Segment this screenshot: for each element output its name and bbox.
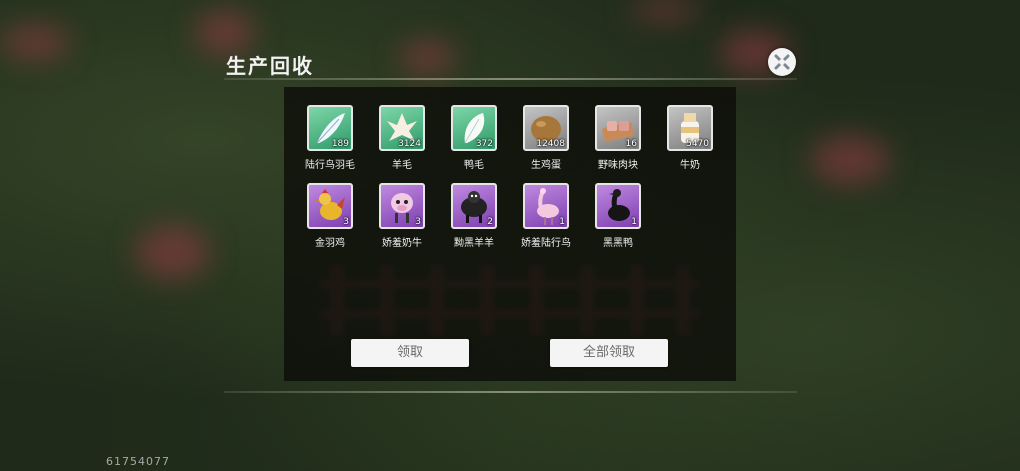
item-slot[interactable]: 1 bbox=[523, 183, 569, 229]
claim-button[interactable]: 领取 bbox=[351, 339, 469, 367]
item-slot[interactable]: 5470 bbox=[667, 105, 713, 151]
item-label: 黝黑羊羊 bbox=[454, 238, 494, 249]
item-label: 陆行鸟羽毛 bbox=[305, 160, 355, 171]
item-count: 1 bbox=[559, 217, 565, 227]
item-label: 金羽鸡 bbox=[315, 238, 345, 249]
dialog-title: 生产回收 bbox=[226, 54, 314, 78]
item-golden-rooster[interactable]: 3 金羽鸡 bbox=[299, 183, 361, 249]
item-slot[interactable]: 372 bbox=[451, 105, 497, 151]
close-button[interactable] bbox=[768, 48, 796, 76]
item-milk[interactable]: 5470 牛奶 bbox=[659, 105, 721, 171]
item-count: 16 bbox=[625, 139, 637, 149]
item-label: 野味肉块 bbox=[598, 160, 638, 171]
item-slot[interactable]: 1 bbox=[595, 183, 641, 229]
item-slot[interactable]: 3 bbox=[307, 183, 353, 229]
item-count: 189 bbox=[331, 139, 349, 149]
item-black-sheep[interactable]: 2 黝黑羊羊 bbox=[443, 183, 505, 249]
item-count: 3 bbox=[343, 217, 349, 227]
title-divider bbox=[224, 78, 797, 80]
item-count: 3 bbox=[415, 217, 421, 227]
item-shy-cow[interactable]: 3 娇羞奶牛 bbox=[371, 183, 433, 249]
item-count: 372 bbox=[475, 139, 493, 149]
item-slot[interactable]: 12408 bbox=[523, 105, 569, 151]
item-slot[interactable]: 3124 bbox=[379, 105, 425, 151]
item-slot[interactable]: 2 bbox=[451, 183, 497, 229]
item-count: 2 bbox=[487, 217, 493, 227]
player-uid: 61754077 bbox=[106, 455, 170, 468]
item-slot[interactable]: 16 bbox=[595, 105, 641, 151]
item-label: 羊毛 bbox=[392, 160, 412, 171]
item-count: 1 bbox=[631, 217, 637, 227]
item-slot[interactable]: 189 bbox=[307, 105, 353, 151]
item-black-duck[interactable]: 1 黑黑鸭 bbox=[587, 183, 649, 249]
item-wool[interactable]: 3124 羊毛 bbox=[371, 105, 433, 171]
item-label: 黑黑鸭 bbox=[603, 238, 633, 249]
item-chocobo-feather[interactable]: 189 陆行鸟羽毛 bbox=[299, 105, 361, 171]
item-count: 3124 bbox=[398, 139, 421, 149]
item-count: 5470 bbox=[686, 139, 709, 149]
item-shy-chocobo[interactable]: 1 娇羞陆行鸟 bbox=[515, 183, 577, 249]
item-label: 生鸡蛋 bbox=[531, 160, 561, 171]
item-raw-egg[interactable]: 12408 生鸡蛋 bbox=[515, 105, 577, 171]
bottom-divider bbox=[224, 391, 797, 393]
item-game-meat[interactable]: 16 野味肉块 bbox=[587, 105, 649, 171]
item-label: 娇羞奶牛 bbox=[382, 238, 422, 249]
item-label: 鸭毛 bbox=[464, 160, 484, 171]
item-duck-feather[interactable]: 372 鸭毛 bbox=[443, 105, 505, 171]
close-icon bbox=[774, 54, 790, 70]
item-count: 12408 bbox=[536, 139, 565, 149]
item-slot[interactable]: 3 bbox=[379, 183, 425, 229]
item-label: 娇羞陆行鸟 bbox=[521, 238, 571, 249]
item-label: 牛奶 bbox=[680, 160, 700, 171]
claim-all-button[interactable]: 全部领取 bbox=[550, 339, 668, 367]
